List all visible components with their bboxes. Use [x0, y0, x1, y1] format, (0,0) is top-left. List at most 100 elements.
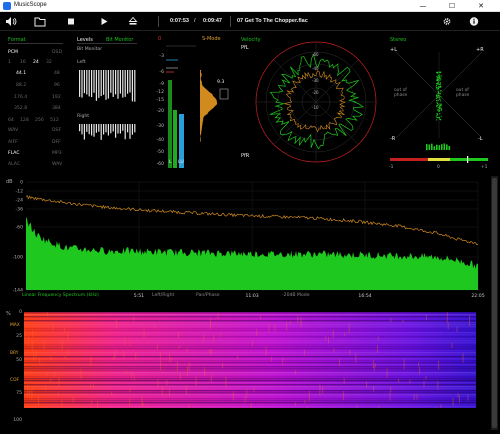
- folder-icon[interactable]: [33, 15, 47, 28]
- spectrogram-streak: [166, 379, 168, 386]
- spectrogram-band: [24, 390, 476, 392]
- spectrogram-band: [24, 314, 476, 316]
- stereo-sample: [439, 118, 441, 120]
- bit-column: [88, 124, 90, 135]
- spectrogram-streak: [265, 346, 267, 356]
- stereo-sample: [440, 104, 442, 106]
- spectrogram-streak: [333, 407, 335, 408]
- spectrum-y-tick: -100: [13, 255, 24, 261]
- bit-column: [86, 124, 88, 132]
- stereo-panel: Stereo +L +R -R -L out of phase out of p…: [386, 32, 492, 172]
- spectrogram-streak: [378, 405, 380, 408]
- spectrogram-band: [24, 336, 476, 338]
- dsd-rate-512: 512: [50, 118, 59, 123]
- eject-icon[interactable]: [126, 15, 140, 28]
- spectrogram-band: [24, 360, 476, 362]
- bit-column: [100, 70, 102, 97]
- rate-352-8: 352.8: [14, 106, 28, 111]
- bit-column: [83, 124, 85, 140]
- spectrogram-streak: [462, 353, 464, 363]
- spectrogram-streak: [403, 359, 405, 370]
- spectrogram-tick-0: 0: [19, 310, 22, 315]
- rate-88-2: 88.2: [16, 83, 27, 88]
- divider: [8, 43, 63, 44]
- spectrogram-streak: [176, 361, 178, 373]
- mode-20db[interactable]: -20dB Mode: [282, 293, 310, 298]
- spectrogram-streak: [437, 380, 439, 390]
- spectrogram-band: [24, 320, 476, 322]
- spectrogram-streak: [46, 371, 48, 377]
- spectrogram-streak: [217, 312, 219, 320]
- spectrogram-streak: [28, 389, 30, 398]
- bit-column: [124, 70, 126, 97]
- marker-bry: BRY: [10, 351, 19, 356]
- right-channel-label: Right: [77, 114, 90, 119]
- close-button[interactable]: ✕: [470, 0, 492, 12]
- play-icon[interactable]: [97, 15, 111, 28]
- bit-column: [91, 124, 93, 136]
- spectrogram-streak: [67, 331, 69, 341]
- rate-48: 48: [54, 71, 60, 76]
- mode-left-right[interactable]: Left/Right: [152, 293, 174, 298]
- divider: [77, 43, 137, 44]
- spectrogram-band: [24, 326, 476, 328]
- spectrogram-streak: [419, 366, 421, 375]
- spectrogram-band: [24, 366, 476, 368]
- scale-30: -30: [156, 124, 164, 129]
- info-icon[interactable]: [467, 15, 481, 28]
- bit-column: [124, 124, 126, 140]
- mode-pan-phase[interactable]: Pan/Phase: [196, 293, 220, 298]
- spectrogram-streak: [50, 355, 52, 361]
- spectrum-x-tick: 11:03: [245, 293, 258, 299]
- spectrogram-streak: [342, 391, 344, 401]
- phase-scale-min: -1: [389, 165, 394, 170]
- rate-44-1: 44.1: [16, 71, 27, 76]
- spectrogram-band: [24, 406, 476, 408]
- bit-column: [122, 124, 124, 131]
- phase-neutral-bar: [428, 158, 450, 161]
- spectrogram-streak: [46, 312, 48, 317]
- maximize-button[interactable]: ☐: [441, 0, 463, 12]
- stop-icon[interactable]: [64, 15, 78, 28]
- minimize-button[interactable]: —: [412, 0, 434, 12]
- spectrogram-band: [24, 358, 476, 360]
- spectrogram-streak: [186, 348, 188, 352]
- spectrogram-streak: [91, 400, 93, 404]
- stereo-sample: [439, 107, 441, 109]
- spectrogram-band: [24, 380, 476, 382]
- spectrogram-streak: [220, 333, 222, 337]
- spectrogram-streak: [386, 368, 388, 378]
- spectrogram-tick-25: 25: [16, 334, 22, 339]
- spectrogram-streak: [179, 373, 181, 380]
- spectrogram-streak: [61, 340, 63, 350]
- spectrogram-streak: [435, 407, 436, 408]
- bit-column: [81, 70, 83, 98]
- spectrogram-streak: [133, 316, 134, 321]
- stereo-sample: [436, 101, 438, 103]
- format-panel: Format PCM DSD 1 16 24 32 44.1 48 88.2 9…: [0, 32, 70, 172]
- bit-column: [91, 70, 93, 98]
- stereo-sample: [436, 95, 438, 98]
- spectrogram-band: [24, 384, 476, 386]
- spectrogram-streak: [204, 367, 206, 377]
- spectrogram-streak: [39, 357, 41, 365]
- vertical-scrollbar[interactable]: [491, 176, 498, 430]
- gear-icon[interactable]: [440, 15, 454, 28]
- volume-icon[interactable]: [4, 15, 18, 28]
- stereo-correlation-bar: [441, 144, 443, 150]
- bit-depth-1: 1: [8, 60, 11, 65]
- bit-column: [83, 70, 85, 94]
- spectrogram-streak: [67, 350, 69, 356]
- spectrogram-streak: [348, 323, 350, 334]
- spectrogram-band: [24, 346, 476, 348]
- stereo-sample: [436, 104, 439, 106]
- spectrogram-streak: [156, 344, 158, 350]
- title-bar: MusicScope — ☐ ✕: [0, 0, 500, 12]
- spectrogram-streak: [35, 350, 37, 358]
- stereo-sample: [438, 110, 440, 112]
- track-name: 07 Get To The Chopper.flac: [237, 18, 308, 24]
- scrollbar-thumb[interactable]: [492, 178, 497, 428]
- spectrogram-band: [24, 378, 476, 380]
- format-aiff: AIFF: [8, 140, 18, 145]
- scale-20: -20: [156, 109, 164, 114]
